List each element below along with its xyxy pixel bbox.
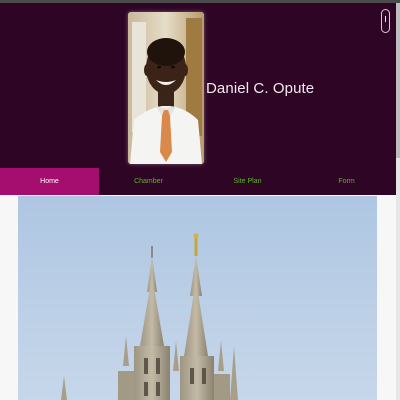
nav-site-plan[interactable]: Site Plan	[198, 168, 297, 195]
nav-form[interactable]: Form	[297, 168, 396, 195]
scrollbar-thumb[interactable]	[396, 3, 400, 158]
page-scrollbar[interactable]	[396, 3, 400, 400]
profile-name: Daniel C. Opute	[206, 80, 315, 97]
hero-image	[18, 196, 377, 400]
portrait-image	[128, 12, 204, 164]
nav-home[interactable]: Home	[0, 168, 99, 195]
temple-photo	[18, 196, 377, 400]
nav-chamber[interactable]: Chamber	[99, 168, 198, 195]
site-header: Daniel C. Opute	[0, 3, 396, 168]
main-content	[0, 195, 396, 400]
main-nav: Home Chamber Site Plan Form	[0, 168, 396, 195]
scroll-mouse-icon[interactable]	[381, 9, 390, 33]
profile-photo	[128, 12, 204, 164]
